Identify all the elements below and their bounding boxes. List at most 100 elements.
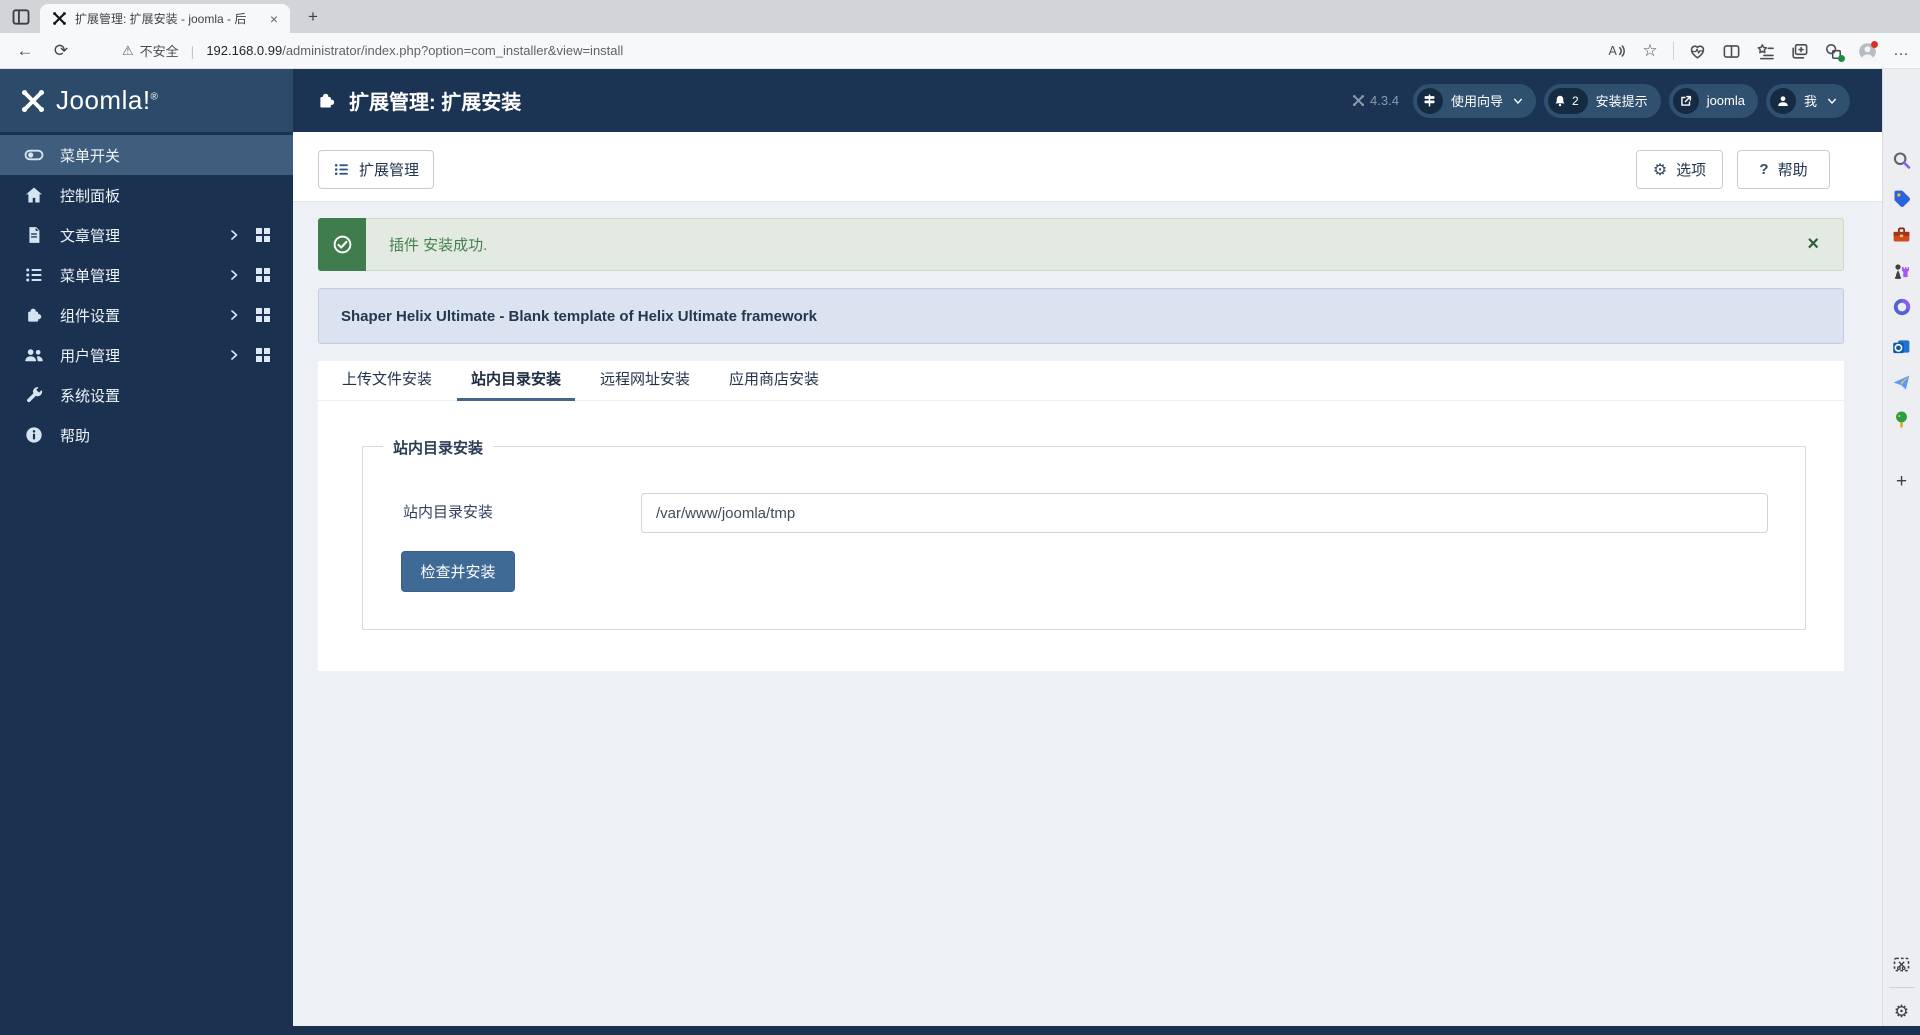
tab-install-from-folder[interactable]: 站内目录安装 [457, 361, 576, 401]
sidebar-games-icon[interactable] [1891, 259, 1913, 281]
alert-message: 插件 安装成功. [389, 237, 488, 254]
sidebar-nav: 菜单开关 控制面板 文章管理 菜单管理 组件设置 用户管理 系统设置 帮助 [0, 135, 293, 455]
admin-toolbar: 扩展管理 ⚙ 选项 ? 帮助 [293, 132, 1882, 202]
sidebar-item-content[interactable]: 文章管理 [0, 215, 293, 255]
tab-upload-package[interactable]: 上传文件安装 [328, 361, 446, 401]
external-link-icon [1672, 87, 1699, 114]
install-from-folder-fieldset: 站内目录安装 站内目录安装 检查并安装 [362, 437, 1806, 630]
sidebar-divider [1889, 987, 1915, 988]
alert-close-icon[interactable]: × [1783, 219, 1843, 270]
extensions-icon[interactable] [1822, 40, 1845, 62]
screen: 扩展管理: 扩展安装 - joomla - 后 × + ← ⟳ ⚠ 不安全 | … [0, 0, 1920, 1035]
sidebar-item-components[interactable]: 组件设置 [0, 295, 293, 335]
bell-icon [1555, 95, 1565, 106]
sidebar-item-label: 菜单管理 [60, 267, 121, 285]
help-button[interactable]: ? 帮助 [1737, 150, 1830, 189]
dashboard-grid-icon[interactable] [256, 348, 270, 362]
manage-extensions-button[interactable]: 扩展管理 [318, 150, 435, 189]
sidebar-microsoft365-icon[interactable] [1891, 296, 1913, 318]
browser-actions: ☆ … [1605, 33, 1912, 69]
folder-path-label: 站内目录安装 [403, 504, 494, 521]
signpost-icon [1416, 87, 1443, 114]
options-button[interactable]: ⚙ 选项 [1636, 150, 1723, 189]
url-path: /administrator/index.php?option=com_inst… [282, 42, 624, 58]
notifications-button[interactable]: 2 安装提示 [1543, 83, 1661, 118]
browser-essentials-icon[interactable] [1686, 40, 1708, 62]
new-tab-button[interactable]: + [302, 6, 324, 28]
users-icon [25, 349, 43, 362]
page-title-wrap: 扩展管理: 扩展安装 [316, 69, 521, 132]
sidebar-item-dashboard[interactable]: 控制面板 [0, 175, 293, 215]
joomla-logo-icon [20, 87, 46, 114]
joomla-logo-area[interactable]: Joomla!® [0, 69, 293, 132]
dashboard-grid-icon[interactable] [256, 268, 270, 282]
fieldset-legend: 站内目录安装 [383, 437, 494, 458]
sidebar-item-users[interactable]: 用户管理 [0, 335, 293, 375]
sidebar-item-menu-toggle[interactable]: 菜单开关 [0, 135, 293, 175]
dashboard-grid-icon[interactable] [256, 308, 270, 322]
toggle-icon [24, 149, 44, 161]
sidebar-search-icon[interactable] [1891, 149, 1913, 171]
folder-path-input[interactable] [641, 493, 1768, 533]
tab-workspace-icon[interactable] [10, 7, 32, 27]
tab-close-icon[interactable]: × [266, 11, 282, 27]
joomla-version: 4.3.4 [1352, 93, 1399, 108]
sidebar-add-icon[interactable]: + [1891, 471, 1913, 493]
sidebar-tools-icon[interactable] [1891, 223, 1913, 245]
installer-tabs: 上传文件安装 站内目录安装 远程网址安装 应用商店安装 [318, 361, 1844, 401]
gear-icon: ⚙ [1652, 161, 1668, 179]
profile-avatar[interactable] [1856, 40, 1878, 62]
user-menu-button[interactable]: 我 [1765, 83, 1850, 118]
page-bottom-bar [0, 1026, 1920, 1035]
sidebar-item-system[interactable]: 系统设置 [0, 375, 293, 415]
url-divider: | [190, 42, 195, 59]
refresh-icon[interactable]: ⟳ [46, 41, 76, 61]
main-content: 扩展管理 ⚙ 选项 ? 帮助 插件 安装成功. × Shaper Helix U… [293, 132, 1882, 1026]
chevron-right-icon [231, 350, 238, 360]
puzzle-icon [320, 93, 335, 108]
sidebar-item-label: 用户管理 [60, 347, 121, 365]
check-and-install-button[interactable]: 检查并安装 [401, 551, 515, 592]
dashboard-grid-icon[interactable] [256, 228, 270, 242]
sidebar-item-label: 控制面板 [60, 187, 121, 205]
chevron-down-icon [1513, 98, 1523, 104]
wizard-menu-button[interactable]: 使用向导 [1412, 83, 1536, 118]
check-circle-icon [318, 218, 366, 271]
question-mark-icon: ? [1759, 161, 1769, 178]
back-icon[interactable]: ← [10, 41, 40, 61]
chevron-right-icon [231, 310, 238, 320]
sidebar-item-label: 菜单开关 [60, 147, 121, 165]
sidebar-drop-icon[interactable] [1891, 371, 1913, 393]
favorites-bar-icon[interactable] [1754, 40, 1776, 62]
site-security-info[interactable]: ⚠ 不安全 | [122, 41, 206, 60]
address-field[interactable]: 192.168.0.99/administrator/index.php?opt… [206, 42, 623, 60]
read-aloud-icon[interactable] [1605, 40, 1627, 62]
chevron-down-icon [1827, 98, 1837, 104]
admin-sidebar: 菜单开关 控制面板 文章管理 菜单管理 组件设置 用户管理 系统设置 帮助 [0, 132, 293, 1026]
sidebar-settings-icon[interactable]: ⚙ [1891, 1001, 1913, 1023]
profile-alert-dot [1871, 41, 1878, 48]
split-screen-icon[interactable] [1720, 40, 1742, 62]
view-site-button[interactable]: joomla [1668, 83, 1758, 118]
sidebar-item-label: 组件设置 [60, 307, 121, 325]
sidebar-item-help[interactable]: 帮助 [0, 415, 293, 455]
sidebar-item-label: 帮助 [60, 427, 91, 445]
sidebar-screenshot-icon[interactable] [1891, 953, 1913, 975]
tab-install-from-webstore[interactable]: 应用商店安装 [715, 361, 833, 401]
tab-install-from-url[interactable]: 远程网址安装 [586, 361, 704, 401]
browser-url-bar: ← ⟳ ⚠ 不安全 | 192.168.0.99/administrator/i… [0, 33, 1920, 69]
warning-icon: ⚠ [122, 42, 134, 58]
sidebar-outlook-icon[interactable] [1891, 335, 1913, 357]
sidebar-item-menus[interactable]: 菜单管理 [0, 255, 293, 295]
extension-notice-text: Shaper Helix Ultimate - Blank template o… [341, 307, 817, 325]
chevron-right-icon [231, 270, 238, 280]
browser-tab[interactable]: 扩展管理: 扩展安装 - joomla - 后 × [40, 4, 290, 33]
sidebar-item-label: 文章管理 [60, 227, 121, 245]
collections-icon[interactable] [1788, 40, 1810, 62]
sidebar-tree-icon[interactable] [1891, 408, 1913, 430]
notification-capsule: 2 [1547, 87, 1588, 114]
favorite-star-icon[interactable]: ☆ [1639, 40, 1661, 62]
sidebar-shopping-icon[interactable] [1891, 187, 1913, 209]
browser-menu-icon[interactable]: … [1890, 40, 1912, 62]
wrench-icon [27, 387, 43, 403]
